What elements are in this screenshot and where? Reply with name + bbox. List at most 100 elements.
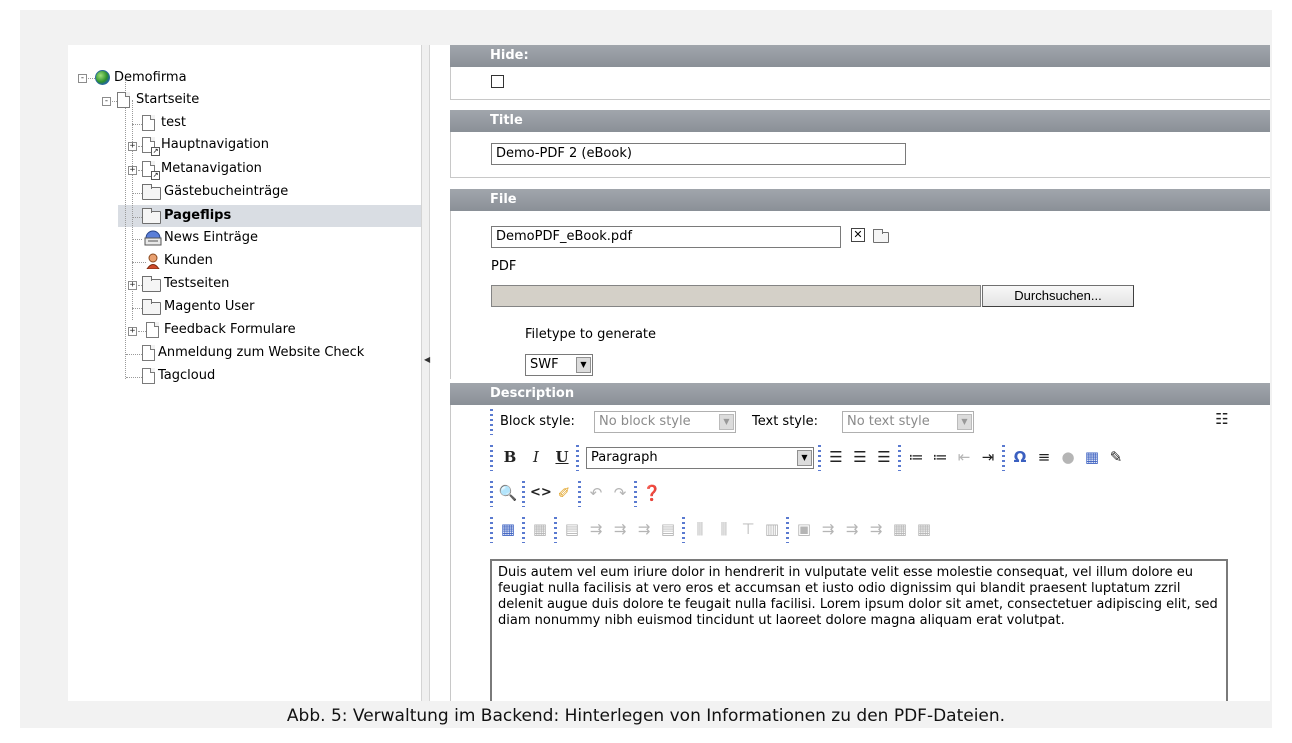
table-icon[interactable]: ▦ [1082, 447, 1102, 467]
bold-button[interactable]: B [500, 447, 520, 467]
expand-icon[interactable]: + [128, 166, 137, 175]
file-name-field[interactable]: DemoPDF_eBook.pdf [491, 226, 841, 248]
block-style-value: No block style [599, 414, 691, 429]
tree-item-startseite[interactable]: - Startseite [102, 89, 402, 111]
collapse-icon[interactable]: - [102, 97, 111, 106]
table-properties-icon[interactable]: ▦ [530, 519, 550, 539]
tree-item-pageflips[interactable]: Pageflips [124, 205, 414, 227]
horizontal-rule-icon[interactable]: ≡ [1034, 447, 1054, 467]
description-editor[interactable]: Duis autem vel eum iriure dolor in hendr… [490, 559, 1228, 701]
browse-folder-icon[interactable] [873, 229, 889, 243]
indent-icon[interactable]: ⇥ [978, 447, 998, 467]
omega-icon[interactable]: Ω [1010, 447, 1030, 467]
page-icon [146, 322, 159, 338]
col-delete-icon[interactable]: ⊤ [738, 519, 758, 539]
tree-item-test[interactable]: test [124, 112, 414, 134]
toolbar-separator [786, 517, 789, 543]
page-tree: - Demofirma - Startseite test + ↗ Hauptn… [68, 45, 423, 701]
filetype-value: SWF [530, 357, 559, 372]
clean-brush-icon[interactable]: ✐ [554, 483, 574, 503]
title-input[interactable]: Demo-PDF 2 (eBook) [491, 143, 906, 165]
row-insert-above-icon[interactable]: ⇉ [586, 519, 606, 539]
cell-merge-icon[interactable]: ▦ [914, 519, 934, 539]
link-icon[interactable]: ● [1058, 447, 1078, 467]
cell-insert-after-icon[interactable]: ⇉ [842, 519, 862, 539]
unordered-list-icon[interactable]: ≔ [930, 447, 950, 467]
italic-button[interactable]: I [526, 447, 546, 467]
paragraph-select[interactable]: Paragraph ▼ [586, 447, 814, 469]
col-insert-before-icon[interactable]: ⫼ [690, 519, 710, 539]
row-properties-icon[interactable]: ▤ [562, 519, 582, 539]
chevron-down-icon: ▼ [719, 414, 734, 430]
text-style-select[interactable]: No text style ▼ [842, 411, 974, 433]
expand-icon[interactable]: + [128, 142, 137, 151]
align-left-icon[interactable]: ☰ [826, 447, 846, 467]
expand-icon[interactable]: + [128, 281, 137, 290]
outdent-icon[interactable]: ⇤ [954, 447, 974, 467]
toolbar-row-styles: Block style: No block style ▼ Text style… [490, 407, 1270, 437]
filetype-select[interactable]: SWF ▼ [525, 354, 593, 376]
page-icon [142, 115, 155, 131]
pdf-label: PDF [491, 259, 517, 274]
remove-file-icon[interactable]: ✕ [851, 228, 865, 242]
collapse-arrow-icon[interactable]: ◀ [424, 355, 430, 364]
pdf-file-input[interactable] [491, 285, 981, 307]
row-insert-below-icon[interactable]: ⇉ [610, 519, 630, 539]
html-source-icon[interactable]: <> [530, 483, 552, 503]
toggle-toolbar-icon[interactable]: ☷ [1212, 409, 1232, 429]
tree-item-testseiten[interactable]: + Testseiten [124, 273, 414, 295]
toolbar-grip[interactable] [490, 445, 493, 471]
cell-properties-icon[interactable]: ▣ [794, 519, 814, 539]
collapse-icon[interactable]: - [78, 74, 87, 83]
page-shortcut-icon: ↗ [142, 161, 160, 180]
tree-item-magento-user[interactable]: Magento User [124, 296, 414, 318]
toolbar-separator [634, 481, 637, 507]
record-form: Hide: Title Demo-PDF 2 (eBook) File Demo… [440, 45, 1270, 701]
cell-insert-before-icon[interactable]: ⇉ [818, 519, 838, 539]
paragraph-value: Paragraph [591, 450, 658, 465]
tree-item-feedback[interactable]: + Feedback Formulare [124, 319, 414, 341]
user-icon [146, 253, 160, 269]
cell-split-icon[interactable]: ▦ [890, 519, 910, 539]
globe-icon [95, 70, 110, 85]
search-icon[interactable]: 🔍 [498, 483, 518, 503]
block-style-select[interactable]: No block style ▼ [594, 411, 736, 433]
ordered-list-icon[interactable]: ≔ [906, 447, 926, 467]
figure-frame: - Demofirma - Startseite test + ↗ Hauptn… [20, 10, 1272, 728]
panel-splitter[interactable]: ◀ [421, 45, 430, 701]
image-icon[interactable]: ✎ [1106, 447, 1126, 467]
redo-icon[interactable]: ↷ [610, 483, 630, 503]
tree-item-anmeldung[interactable]: Anmeldung zum Website Check [102, 342, 422, 364]
toolbar-grip[interactable] [490, 409, 493, 435]
title-panel: Demo-PDF 2 (eBook) [450, 132, 1270, 178]
toolbar-grip[interactable] [490, 517, 493, 543]
col-split-icon[interactable]: ▥ [762, 519, 782, 539]
row-delete-icon[interactable]: ⇉ [634, 519, 654, 539]
hide-checkbox[interactable] [491, 75, 504, 88]
tree-item-gaestebuch[interactable]: Gästebucheinträge [124, 181, 414, 203]
toolbar-grip[interactable] [490, 481, 493, 507]
help-icon[interactable]: ❓ [642, 483, 662, 503]
undo-icon[interactable]: ↶ [586, 483, 606, 503]
toolbar-separator [818, 445, 821, 471]
col-insert-after-icon[interactable]: ⫼ [714, 519, 734, 539]
toolbar-row-table: ▦ ▦ ▤ ⇉ ⇉ ⇉ ▤ ⫼ ⫼ ⊤ ▥ ▣ ⇉ ⇉ ⇉ ▦ ▦ [490, 515, 1090, 545]
row-split-icon[interactable]: ▤ [658, 519, 678, 539]
tree-item-tagcloud[interactable]: Tagcloud [102, 365, 402, 387]
tree-item-news[interactable]: News Einträge [124, 227, 414, 249]
tree-root[interactable]: - Demofirma [78, 67, 378, 89]
align-right-icon[interactable]: ☰ [874, 447, 894, 467]
tree-item-metanavigation[interactable]: + ↗ Metanavigation [124, 158, 414, 180]
align-center-icon[interactable]: ☰ [850, 447, 870, 467]
browse-button[interactable]: Durchsuchen... [982, 285, 1134, 307]
insert-table-icon[interactable]: ▦ [498, 519, 518, 539]
cell-delete-icon[interactable]: ⇉ [866, 519, 886, 539]
folder-icon [142, 184, 161, 200]
toolbar-separator [578, 481, 581, 507]
tree-item-hauptnavigation[interactable]: + ↗ Hauptnavigation [124, 134, 414, 156]
news-icon [144, 230, 162, 246]
underline-button[interactable]: U [552, 447, 572, 467]
tree-item-kunden[interactable]: Kunden [124, 250, 414, 272]
toolbar-row-format: B I U Paragraph ▼ ☰ ☰ ☰ ≔ ≔ ⇤ ⇥ Ω ≡ ● ▦ … [490, 443, 1270, 473]
expand-icon[interactable]: + [128, 327, 137, 336]
